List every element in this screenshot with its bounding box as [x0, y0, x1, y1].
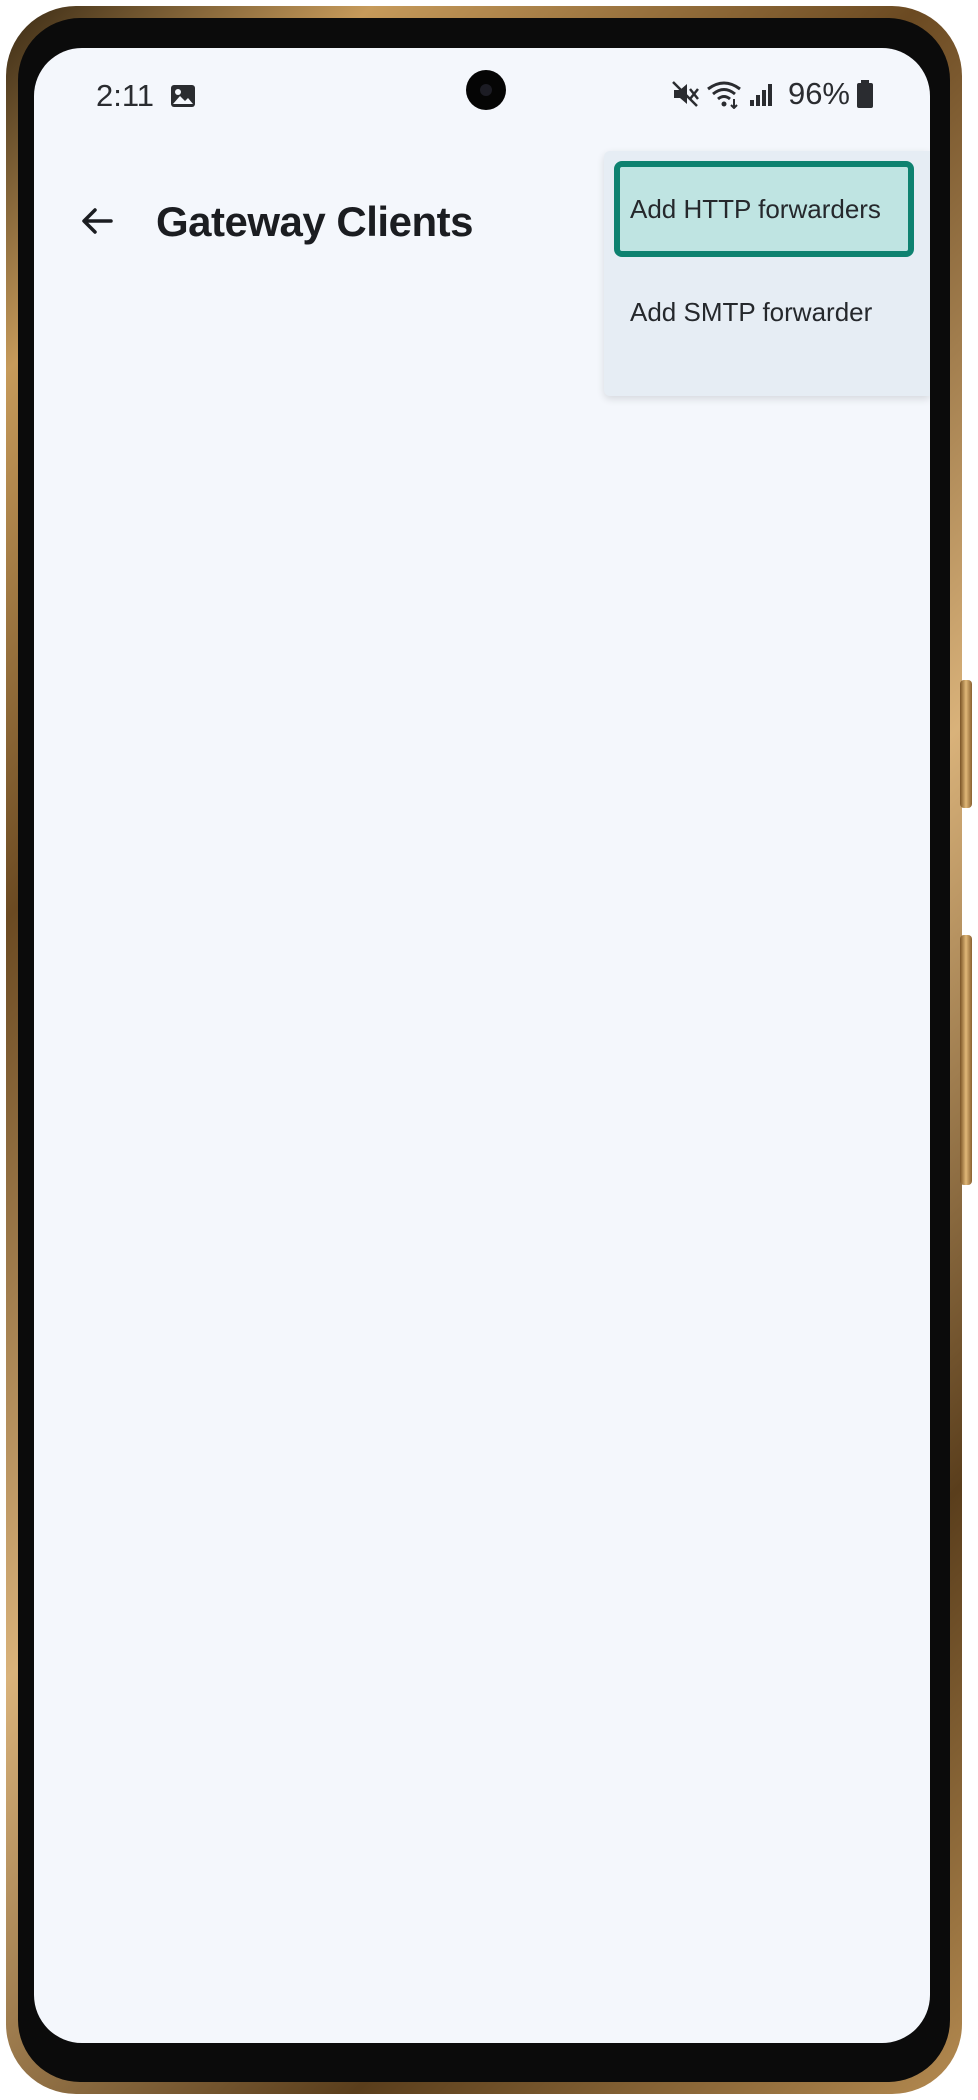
- wifi-icon: [706, 79, 742, 109]
- back-button[interactable]: [68, 194, 126, 252]
- arrow-left-icon: [77, 201, 117, 246]
- power-button: [960, 935, 972, 1185]
- status-bar: 2:11 96%: [34, 48, 930, 144]
- status-icons: 96%: [670, 76, 874, 112]
- image-icon: [170, 84, 196, 108]
- status-time: 2:11: [96, 78, 155, 113]
- overflow-menu: Add HTTP forwarders Add SMTP forwarder: [604, 151, 930, 396]
- battery-percent: 96%: [787, 76, 850, 111]
- menu-item-label: Add SMTP forwarder: [630, 296, 873, 327]
- menu-item-add-http-forwarders[interactable]: Add HTTP forwarders: [614, 161, 914, 257]
- menu-item-add-smtp-forwarder[interactable]: Add SMTP forwarder: [614, 264, 914, 360]
- screen: 2:11 96% Gateway Clients Add HTTP forwar…: [34, 48, 930, 2043]
- menu-item-label: Add HTTP forwarders: [630, 193, 881, 224]
- volume-button: [960, 680, 972, 808]
- page-title: Gateway Clients: [156, 198, 473, 245]
- battery-icon: [856, 79, 874, 109]
- mute-icon: [670, 79, 700, 109]
- signal-icon: [748, 80, 776, 108]
